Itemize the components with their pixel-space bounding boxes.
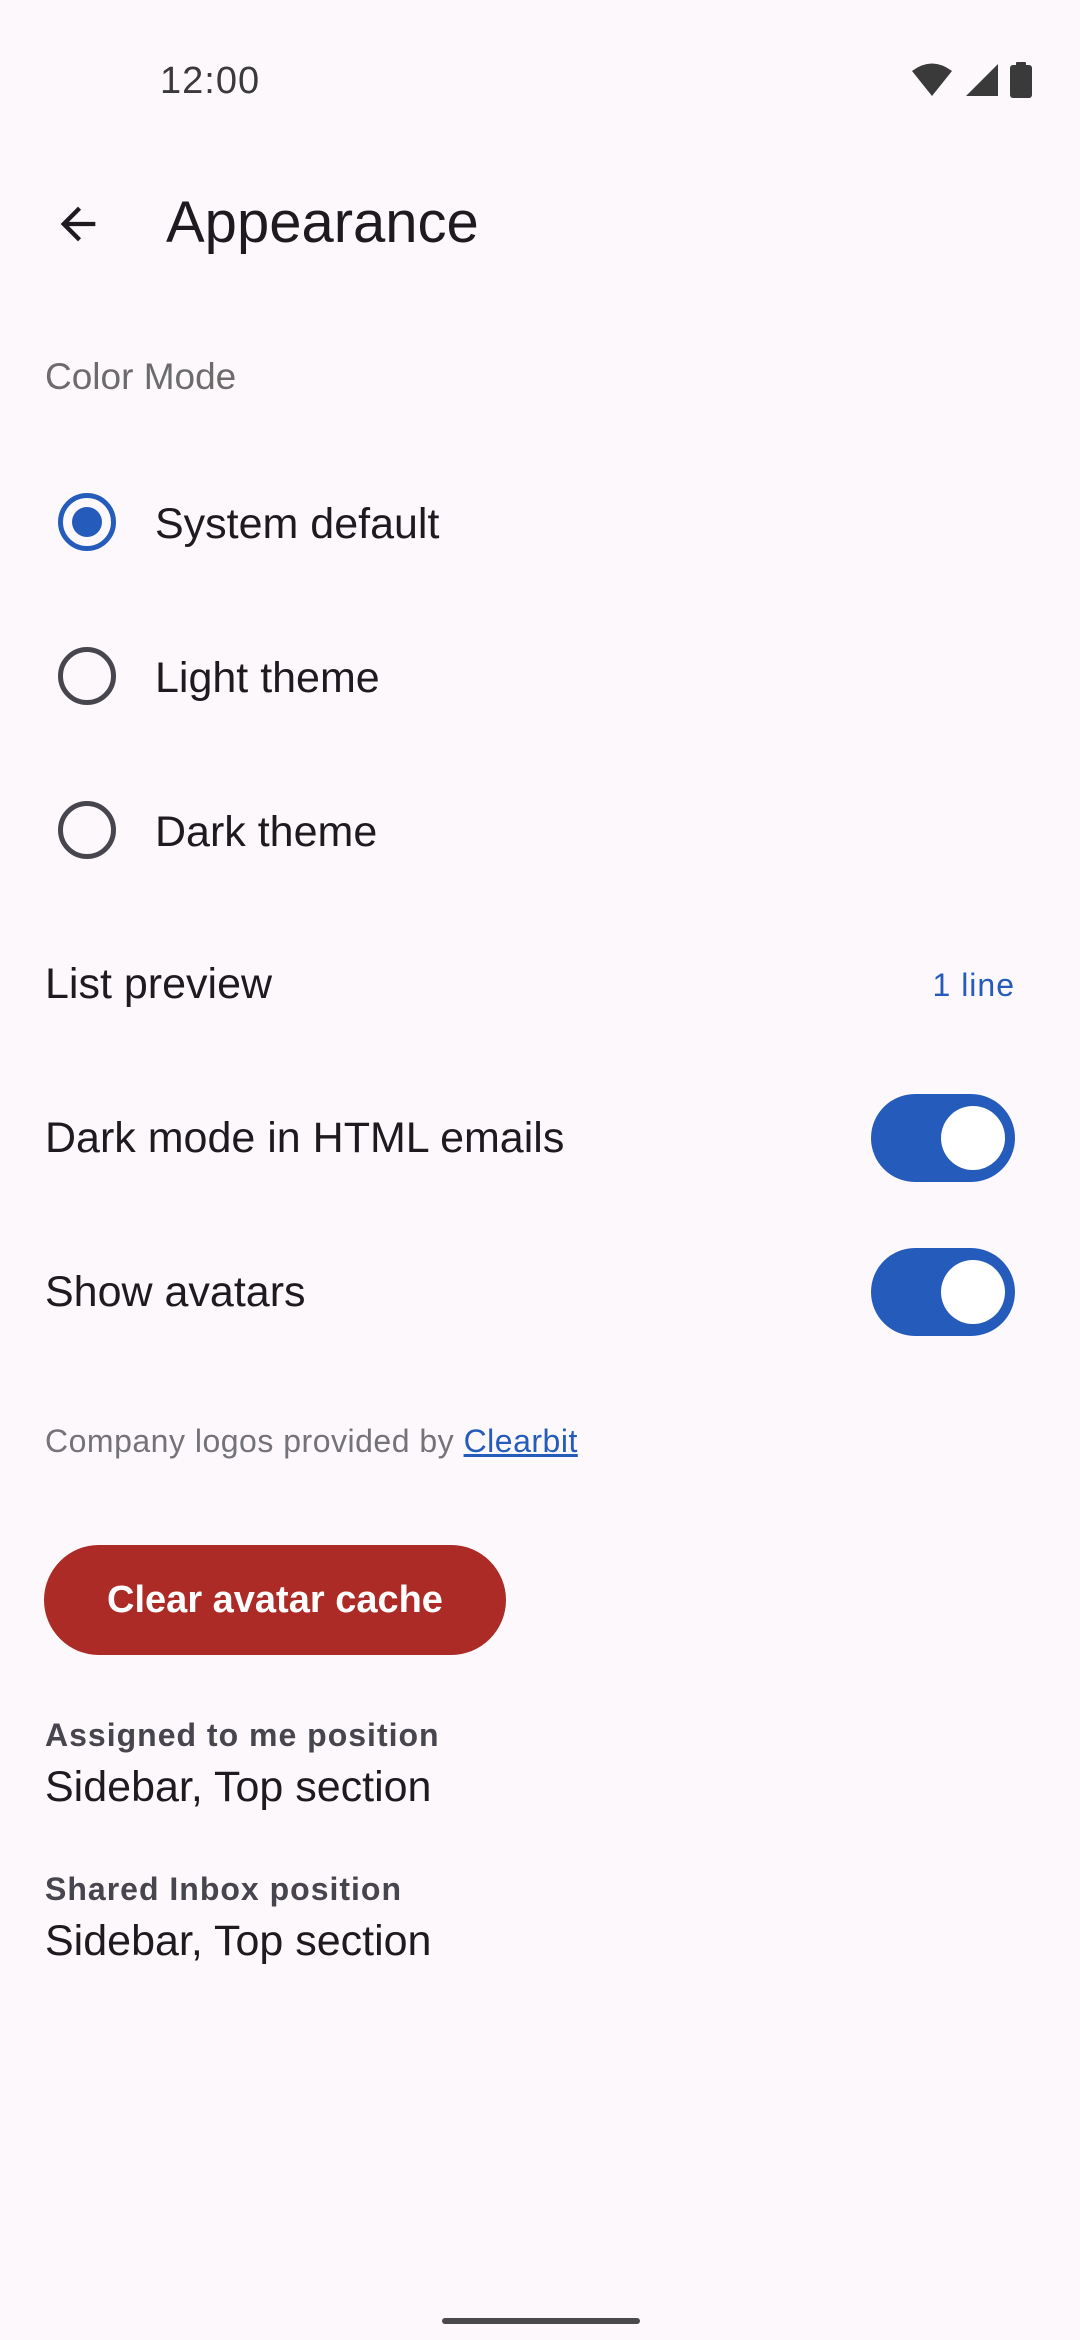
setting-label: Dark mode in HTML emails (45, 1114, 565, 1162)
dark-mode-html-setting[interactable]: Dark mode in HTML emails (0, 1061, 1080, 1215)
wifi-icon (910, 62, 954, 103)
clearbit-link[interactable]: Clearbit (464, 1423, 578, 1459)
radio-label: Dark theme (155, 808, 378, 856)
radio-label: System default (155, 500, 440, 548)
setting-label: Show avatars (45, 1268, 306, 1316)
top-app-bar: Appearance (0, 170, 1080, 280)
status-bar: 12:00 (0, 0, 1080, 170)
toggle-thumb (941, 1106, 1005, 1170)
battery-icon (1010, 62, 1032, 103)
toggle-thumb (941, 1260, 1005, 1324)
status-time: 12:00 (160, 60, 261, 102)
setting-label: Assigned to me position (45, 1717, 440, 1753)
shared-inbox-position-setting[interactable]: Shared Inbox position Sidebar, Top secti… (45, 1869, 431, 1969)
show-avatars-setting[interactable]: Show avatars (0, 1215, 1080, 1369)
footnote-text: Company logos provided by (45, 1423, 464, 1459)
radio-option-light-theme[interactable]: Light theme (0, 599, 1080, 753)
clear-avatar-cache-button[interactable]: Clear avatar cache (44, 1545, 506, 1655)
section-header-color-mode: Color Mode (45, 356, 237, 397)
radio-option-system-default[interactable]: System default (0, 445, 1080, 599)
arrow-back-icon (52, 198, 104, 255)
radio-button[interactable] (58, 647, 116, 705)
setting-value: Sidebar, Top section (45, 1763, 432, 1811)
assigned-position-setting[interactable]: Assigned to me position Sidebar, Top sec… (45, 1715, 440, 1815)
radio-button[interactable] (58, 801, 116, 859)
setting-value: Sidebar, Top section (45, 1917, 432, 1965)
back-button[interactable] (30, 178, 126, 274)
radio-label: Light theme (155, 654, 380, 702)
radio-button-checked[interactable] (58, 493, 116, 551)
list-preview-setting[interactable]: List preview 1 line (0, 907, 1080, 1061)
logos-footnote: Company logos provided by Clearbit (45, 1423, 578, 1460)
dark-mode-html-toggle[interactable] (871, 1094, 1015, 1182)
show-avatars-toggle[interactable] (871, 1248, 1015, 1336)
status-icons (910, 62, 1032, 103)
setting-label: Shared Inbox position (45, 1871, 403, 1907)
radio-option-dark-theme[interactable]: Dark theme (0, 753, 1080, 907)
gesture-nav-handle[interactable] (442, 2318, 640, 2324)
page-title: Appearance (166, 190, 479, 255)
cell-signal-icon (964, 62, 1000, 103)
setting-label: List preview (45, 960, 273, 1008)
setting-value: 1 line (932, 967, 1015, 1003)
